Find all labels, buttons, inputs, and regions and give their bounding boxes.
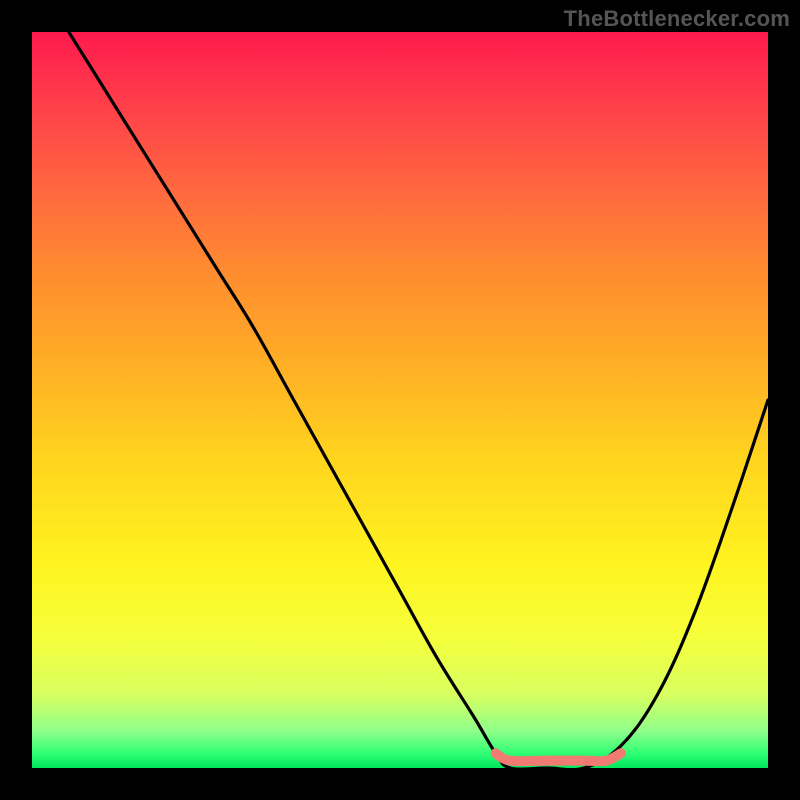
curve-layer (32, 32, 768, 768)
bottleneck-curve (69, 32, 768, 768)
plot-area (32, 32, 768, 768)
attribution-label: TheBottlenecker.com (564, 6, 790, 32)
chart-frame: TheBottlenecker.com (0, 0, 800, 800)
optimal-range-marker (496, 753, 621, 761)
